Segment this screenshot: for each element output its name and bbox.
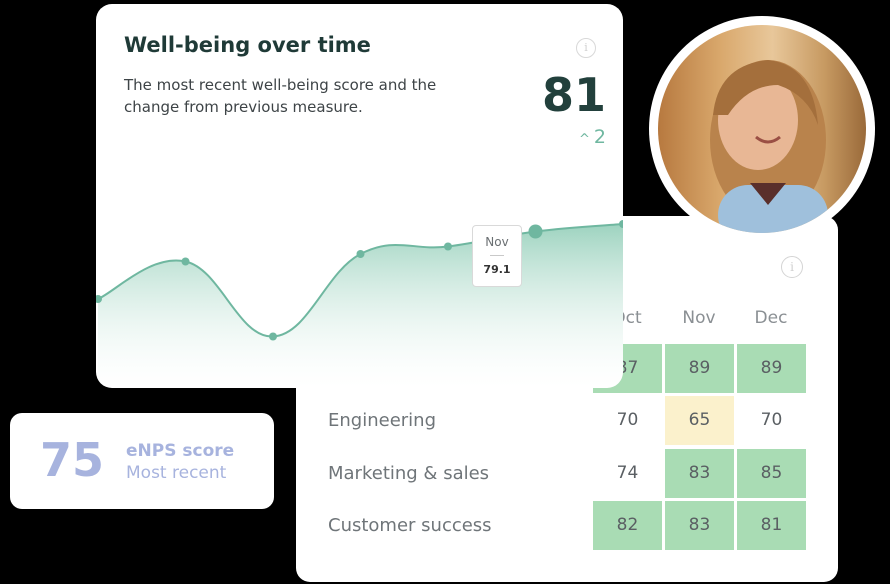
heat-cell: 85 xyxy=(737,449,806,498)
tooltip-value: 79.1 xyxy=(483,263,511,276)
enps-label: eNPS score xyxy=(126,441,235,461)
row-label-engineering: Engineering xyxy=(328,410,436,431)
chart-point[interactable] xyxy=(444,242,452,251)
enps-sub: Most recent xyxy=(126,463,227,483)
row-label-customer-success: Customer success xyxy=(328,515,492,536)
col-header-dec: Dec xyxy=(754,308,788,328)
chart-tooltip: Nov 79.1 xyxy=(472,225,522,287)
heat-cell: 89 xyxy=(737,344,806,393)
enps-card: 75 eNPS score Most recent xyxy=(10,413,274,509)
heat-cell: 70 xyxy=(760,410,783,430)
tooltip-divider xyxy=(490,255,504,256)
chart-point[interactable] xyxy=(269,332,277,341)
wellbeing-score: 81 xyxy=(541,68,606,122)
col-header-nov: Nov xyxy=(682,308,716,328)
heat-cell: 82 xyxy=(593,501,662,550)
heat-cell: 74 xyxy=(616,463,639,483)
heat-cell: 83 xyxy=(665,501,734,550)
enps-score: 75 xyxy=(40,433,105,487)
info-icon[interactable]: i xyxy=(576,38,596,58)
avatar-photo xyxy=(658,25,866,233)
chart-point[interactable] xyxy=(356,250,365,258)
wellbeing-chart xyxy=(96,220,623,388)
heat-cell: 89 xyxy=(665,344,734,393)
row-label-marketing: Marketing & sales xyxy=(328,463,490,484)
wellbeing-change: ^ 2 xyxy=(536,126,606,148)
heat-cell: 83 xyxy=(665,449,734,498)
info-icon[interactable]: i xyxy=(781,256,803,278)
chevron-up-icon: ^ xyxy=(579,132,590,147)
chart-point[interactable] xyxy=(528,224,543,239)
heat-cell: 65 xyxy=(665,396,734,445)
heat-cell: 70 xyxy=(616,410,639,430)
card-title: Well-being over time xyxy=(124,33,371,57)
chart-point[interactable] xyxy=(181,257,190,266)
chart-area xyxy=(98,224,623,388)
card-description: The most recent well-being score and the… xyxy=(124,76,437,116)
avatar xyxy=(649,16,875,242)
wellbeing-card: Well-being over time The most recent wel… xyxy=(96,4,623,388)
person-illustration xyxy=(710,60,828,233)
tooltip-month: Nov xyxy=(485,235,509,249)
change-value: 2 xyxy=(593,126,606,148)
heat-cell: 81 xyxy=(737,501,806,550)
